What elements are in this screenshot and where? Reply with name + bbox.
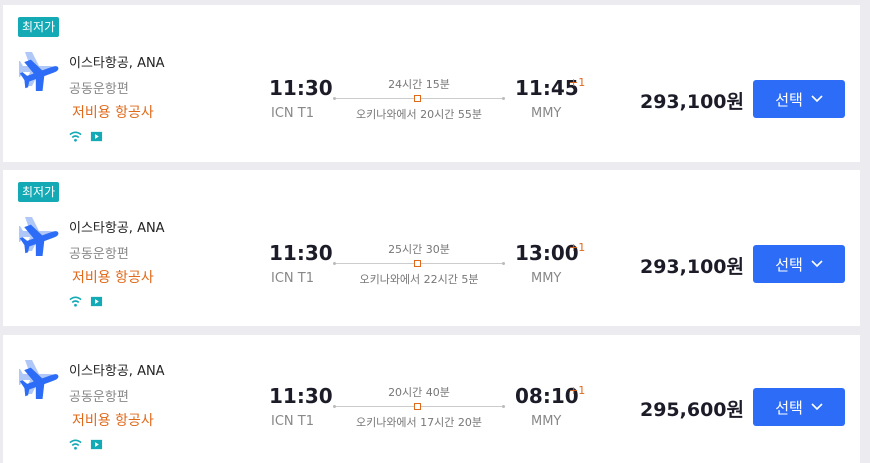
day-offset: +1 <box>569 384 586 397</box>
cheapest-badge: 최저가 <box>18 182 60 202</box>
route-line <box>333 260 505 267</box>
wifi-icon <box>69 130 82 142</box>
airplane-logo-icon <box>19 52 59 91</box>
arrival-airport: MMY <box>531 271 562 286</box>
route-line <box>333 403 505 410</box>
flight-duration: 20시간 40분 <box>388 386 450 399</box>
layover-info: 오키나와에서 20시간 55분 <box>355 108 483 121</box>
day-offset: +1 <box>569 76 586 89</box>
route-line <box>333 95 505 102</box>
stopover-marker <box>414 403 421 410</box>
departure-airport: ICN T1 <box>271 271 314 286</box>
budget-airline-label: 저비용 항공사 <box>72 413 154 429</box>
amenities <box>69 294 103 308</box>
chevron-down-icon <box>811 260 823 268</box>
layover-info: 오키나와에서 22시간 5분 <box>359 273 479 286</box>
wifi-icon <box>69 438 82 450</box>
flight-card[interactable]: 최저가 이스타항공, ANA 공동운항편 저비용 항공사 11:30 ICN T… <box>3 170 860 326</box>
arrival-airport: MMY <box>531 414 562 429</box>
amenities <box>69 437 103 451</box>
amenities <box>69 129 103 143</box>
entertainment-icon <box>90 439 103 449</box>
cheapest-badge: 최저가 <box>18 17 60 37</box>
arrival-airport: MMY <box>531 106 562 121</box>
airline-name: 이스타항공, ANA <box>69 364 165 379</box>
departure-time: 11:30 <box>269 384 333 408</box>
price: 293,100원 <box>639 256 744 278</box>
entertainment-icon <box>90 296 103 306</box>
flight-card[interactable]: 최저가 이스타항공, ANA 공동운항편 저비용 항공사 11:30 ICN T… <box>3 5 860 162</box>
codeshare-label: 공동운항편 <box>69 82 129 97</box>
select-button-label: 선택 <box>775 398 803 417</box>
select-button-label: 선택 <box>775 255 803 274</box>
chevron-down-icon <box>811 403 823 411</box>
departure-airport: ICN T1 <box>271 106 314 121</box>
flight-duration: 25시간 30분 <box>388 243 450 256</box>
price: 293,100원 <box>639 91 744 113</box>
airplane-logo-icon <box>19 217 59 256</box>
departure-time: 11:30 <box>269 241 333 265</box>
select-button[interactable]: 선택 <box>753 388 845 426</box>
budget-airline-label: 저비용 항공사 <box>72 105 154 121</box>
departure-airport: ICN T1 <box>271 414 314 429</box>
select-button-label: 선택 <box>775 90 803 109</box>
flight-duration: 24시간 15분 <box>388 78 450 91</box>
departure-time: 11:30 <box>269 76 333 100</box>
flight-card[interactable]: 이스타항공, ANA 공동운항편 저비용 항공사 11:30 ICN T1 20… <box>3 335 860 463</box>
stopover-marker <box>414 260 421 267</box>
entertainment-icon <box>90 131 103 141</box>
airplane-logo-icon <box>19 360 59 399</box>
layover-info: 오키나와에서 17시간 20분 <box>355 416 483 429</box>
chevron-down-icon <box>811 95 823 103</box>
codeshare-label: 공동운항편 <box>69 247 129 262</box>
airline-name: 이스타항공, ANA <box>69 221 165 236</box>
day-offset: +1 <box>569 241 586 254</box>
wifi-icon <box>69 295 82 307</box>
stopover-marker <box>414 95 421 102</box>
codeshare-label: 공동운항편 <box>69 390 129 405</box>
airline-name: 이스타항공, ANA <box>69 56 165 71</box>
select-button[interactable]: 선택 <box>753 245 845 283</box>
budget-airline-label: 저비용 항공사 <box>72 270 154 286</box>
select-button[interactable]: 선택 <box>753 80 845 118</box>
price: 295,600원 <box>639 399 744 421</box>
